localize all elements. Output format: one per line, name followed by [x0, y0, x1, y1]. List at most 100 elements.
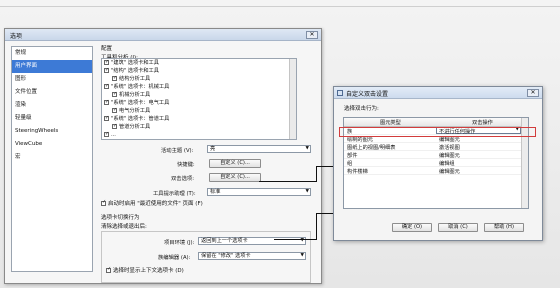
tooltip-select-value: 标准 — [210, 189, 221, 195]
theme-select[interactable]: 亮 ▼ — [207, 145, 311, 153]
connector-line-top — [259, 181, 316, 182]
cell-element-type: 组 — [347, 161, 353, 167]
tree-row-checkbox[interactable] — [104, 66, 109, 74]
custom-dblclick-close-button[interactable]: ✕ — [527, 89, 539, 97]
cell-dblclick-action: 编辑组 — [439, 161, 455, 167]
chevron-down-icon: ▼ — [305, 146, 309, 151]
tree-row-checkbox[interactable] — [104, 130, 109, 138]
contextual-tab-label: 选择时显示上下文选项卡 (D) — [113, 268, 184, 274]
connector-line-vertical — [316, 166, 317, 182]
connector-line-right-2 — [316, 213, 333, 214]
nav-item-graphics[interactable]: 图形 — [12, 73, 92, 86]
family-editor-select[interactable]: 保留在 "修改" 选项卡 ▼ — [198, 252, 306, 260]
tree-row[interactable]: "系统" 选项卡：电气工具 — [102, 98, 296, 107]
recent-files-checkbox[interactable] — [101, 199, 106, 206]
table-row[interactable]: 图纸上的视图/明细表 激活视图 — [344, 143, 528, 151]
cell-element-type: 绘制的图元 — [347, 137, 373, 143]
tree-row-checkbox[interactable] — [104, 82, 109, 90]
table-row[interactable]: 部件 编辑图元 — [344, 151, 528, 159]
connector-line-vertical-2 — [316, 213, 317, 240]
tree-row-label: "系统" 选项卡：电气工具 — [111, 100, 170, 106]
tab-switch-sub: 清除选择或退出后: — [101, 224, 147, 230]
tree-row-checkbox[interactable] — [112, 90, 117, 98]
shortcut-row: 快捷键: 自定义 (C)... — [101, 159, 317, 168]
tree-row-label: "结构" 选项卡和工具 — [111, 68, 159, 74]
tree-row-checkbox[interactable] — [112, 122, 117, 130]
tree-row[interactable]: 电气分析工具 — [102, 106, 296, 115]
help-button[interactable]: 帮助 (H) — [484, 223, 524, 232]
nav-item-steeringwheels[interactable]: SteeringWheels — [12, 125, 92, 138]
tools-tree[interactable]: "建筑" 选项卡和工具 "结构" 选项卡和工具结构分析工具 "系统" 选项卡：机械工… — [101, 58, 297, 140]
tree-row-label: 电气分析工具 — [119, 108, 151, 114]
theme-label: 活动主题 (V): — [161, 148, 194, 154]
options-dialog-title: 选项 — [5, 29, 321, 41]
tree-scrollbar[interactable] — [289, 59, 296, 139]
tree-row[interactable]: "建筑" 选项卡和工具 — [102, 59, 296, 67]
project-env-value: 返回到上一个选项卡 — [201, 238, 248, 244]
chevron-down-icon: ▼ — [305, 189, 309, 194]
nav-item-viewcube[interactable]: ViewCube — [12, 138, 92, 151]
contextual-tab-checkbox[interactable] — [106, 266, 111, 273]
highlight-box — [339, 127, 536, 137]
tree-row[interactable]: ... — [102, 130, 296, 139]
tree-row-checkbox[interactable] — [112, 74, 117, 82]
cell-dblclick-action: 编辑图元 — [439, 169, 460, 175]
cell-dblclick-action: 激活视图 — [439, 145, 460, 151]
options-dialog: 选项 ✕ 常规 用户界面 图形 文件位置 渲染 轻量级 SteeringWhee… — [4, 28, 322, 284]
connector-line-bottom — [274, 239, 316, 240]
tree-row[interactable]: 管道分析工具 — [102, 122, 296, 131]
col-element-type: 图元类型 — [380, 120, 401, 126]
shortcut-customize-button[interactable]: 自定义 (C)... — [209, 159, 261, 168]
config-heading: 配置 — [101, 46, 113, 52]
tree-row-label: "系统" 选项卡：机械工具 — [111, 84, 170, 90]
nav-item-user-interface[interactable]: 用户界面 — [12, 60, 92, 73]
tree-row-checkbox[interactable] — [104, 59, 109, 66]
project-env-label: 项目环境 (J): — [164, 240, 195, 246]
nav-item-macros[interactable]: 宏 — [12, 151, 92, 164]
app-icon — [337, 90, 343, 96]
dblclick-label: 双击选项: — [171, 176, 194, 182]
family-editor-label: 族编辑器 (A): — [158, 255, 191, 261]
nav-item-rendering[interactable]: 渲染 — [12, 99, 92, 112]
tab-switch-heading: 选项卡切换行为 — [101, 215, 140, 221]
tree-row-label: "建筑" 选项卡和工具 — [111, 60, 159, 66]
table-row[interactable]: 构件楼梯 编辑图元 — [344, 167, 528, 175]
tree-row-checkbox[interactable] — [104, 114, 109, 122]
chevron-down-icon: ▼ — [300, 253, 304, 258]
recent-files-row[interactable]: 启动时启用 "最近使用的文件" 页面 (F) — [101, 199, 317, 208]
tree-row[interactable]: 结构分析工具 — [102, 74, 296, 83]
tree-row[interactable]: "系统" 选项卡：管道工具 — [102, 114, 296, 123]
table-header: 图元类型 双击操作 — [344, 118, 528, 127]
cancel-button[interactable]: 取消 (C) — [438, 223, 478, 232]
table-row[interactable]: 组 编辑组 — [344, 159, 528, 167]
tooltip-select[interactable]: 标准 ▼ — [207, 188, 311, 196]
tree-row-checkbox[interactable] — [112, 106, 117, 114]
dblclick-customize-button[interactable]: 自定义 (C)... — [209, 173, 261, 182]
options-nav: 常规 用户界面 图形 文件位置 渲染 轻量级 SteeringWheels Vi… — [11, 46, 93, 272]
tree-row[interactable]: 机械分析工具 — [102, 90, 296, 99]
tree-row-label: 结构分析工具 — [119, 76, 151, 82]
family-editor-value: 保留在 "修改" 选项卡 — [201, 253, 251, 259]
cell-element-type: 部件 — [347, 153, 358, 159]
nav-item-general[interactable]: 常规 — [12, 47, 92, 60]
col-dblclick-action: 双击操作 — [472, 120, 493, 126]
cell-dblclick-action: 编辑图元 — [439, 153, 460, 159]
tree-row-label: ... — [111, 132, 116, 138]
tree-row[interactable]: "结构" 选项卡和工具 — [102, 66, 296, 75]
user-interface-pane: 配置 工具和分析 (I): "建筑" 选项卡和工具"结构" 选项卡和工具结构分析… — [101, 43, 317, 283]
nav-item-file-locations[interactable]: 文件位置 — [12, 86, 92, 99]
tree-row[interactable]: "系统" 选项卡：机械工具 — [102, 82, 296, 91]
options-close-button[interactable]: ✕ — [306, 31, 318, 39]
tree-row-label: "系统" 选项卡：管道工具 — [111, 116, 170, 122]
connector-line-right — [316, 166, 333, 167]
contextual-tab-row[interactable]: 选择时显示上下文选项卡 (D) — [106, 266, 184, 274]
nav-item-lightweight[interactable]: 轻量级 — [12, 112, 92, 125]
theme-row: 活动主题 (V): 亮 ▼ — [101, 145, 317, 154]
tree-row-label: 管道分析工具 — [119, 124, 151, 130]
custom-dblclick-title-bar: 自定义双击设置 — [334, 87, 542, 99]
cell-element-type: 图纸上的视图/明细表 — [347, 145, 396, 151]
ok-button[interactable]: 确定 (O) — [392, 223, 432, 232]
tree-row-label: 机械分析工具 — [119, 92, 151, 98]
cell-dblclick-action: 编辑图元 — [439, 137, 460, 143]
tree-row-checkbox[interactable] — [104, 98, 109, 106]
